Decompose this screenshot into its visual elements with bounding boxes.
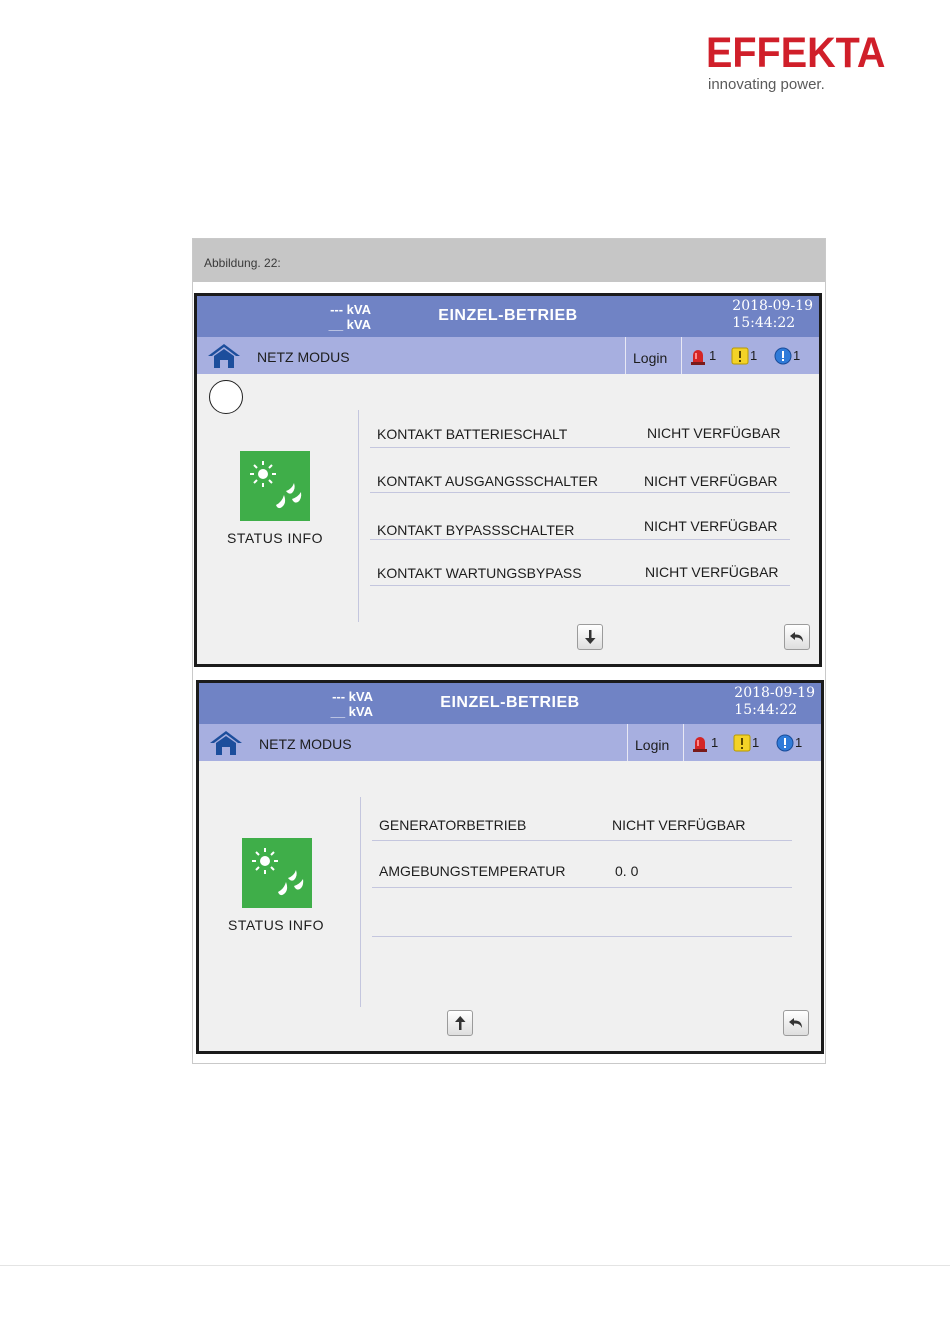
row-divider — [370, 585, 790, 586]
row-divider — [370, 539, 790, 540]
content-area: STATUS INFO GENERATORBETRIEB NICHT VERFÜ… — [199, 761, 821, 1051]
row-value: NICHT VERFÜGBAR — [647, 425, 781, 441]
red-alarm-icon — [693, 737, 707, 752]
row-divider — [372, 936, 792, 937]
warning-count: 1 — [750, 348, 758, 363]
info-count: 1 — [793, 348, 801, 363]
red-alarm-count: 1 — [711, 735, 719, 750]
mode-label: NETZ MODUS — [259, 736, 352, 752]
scroll-up-button[interactable] — [447, 1010, 473, 1036]
divider — [358, 410, 359, 622]
time-text: 15:44:22 — [734, 702, 798, 718]
login-button[interactable]: Login — [635, 737, 669, 753]
row-value: NICHT VERFÜGBAR — [644, 518, 778, 534]
effekta-logo: EFFEKTA innovating power. — [706, 30, 901, 93]
status-bar: NETZ MODUS Login 1 1 1 — [197, 337, 819, 374]
row-divider — [370, 492, 790, 493]
divider — [683, 724, 684, 761]
row-value: NICHT VERFÜGBAR — [644, 473, 778, 489]
datetime: 2018-09-19 15:44:22 — [732, 298, 813, 332]
row-divider — [372, 840, 792, 841]
back-icon — [790, 632, 803, 642]
operation-mode-title: EINZEL-BETRIEB — [438, 307, 578, 324]
content-area: STATUS INFO KONTAKT BATTERIESCHALT NICHT… — [197, 374, 819, 664]
date-text: 2018-09-19 — [734, 685, 815, 701]
red-alarm-indicator[interactable]: 1 — [690, 347, 720, 365]
divider — [625, 337, 626, 374]
status-info-label: STATUS INFO — [227, 530, 323, 546]
warning-icon — [733, 734, 751, 752]
divider — [627, 724, 628, 761]
mode-label: NETZ MODUS — [257, 349, 350, 365]
info-indicator[interactable]: 1 — [776, 734, 806, 752]
row-divider — [372, 887, 792, 888]
warning-indicator[interactable]: 1 — [731, 347, 761, 365]
sun-droplet-icon — [252, 848, 304, 896]
row-label: KONTAKT AUSGANGSSCHALTER — [377, 473, 598, 489]
red-alarm-count: 1 — [709, 348, 717, 363]
info-icon — [774, 347, 792, 365]
operation-mode-title: EINZEL-BETRIEB — [440, 694, 580, 711]
row-value: NICHT VERFÜGBAR — [645, 564, 779, 580]
divider — [360, 797, 361, 1007]
figure-caption: Abbildung. 22: — [204, 256, 281, 270]
row-value: NICHT VERFÜGBAR — [612, 817, 746, 833]
arrow-down-icon — [585, 630, 596, 644]
arrow-up-icon — [455, 1016, 466, 1030]
page-indicator-circle — [209, 380, 243, 414]
info-icon — [776, 734, 794, 752]
login-button[interactable]: Login — [633, 350, 667, 366]
title-bar: --- kVA __ kVA EINZEL-BETRIEB 2018-09-19… — [199, 683, 821, 724]
figure-caption-bar: Abbildung. 22: — [193, 239, 825, 282]
back-button[interactable] — [783, 1010, 809, 1036]
back-button[interactable] — [784, 624, 810, 650]
status-info-tile[interactable] — [240, 451, 310, 521]
info-indicator[interactable]: 1 — [774, 347, 804, 365]
status-info-tile[interactable] — [242, 838, 312, 908]
date-text: 2018-09-19 — [732, 298, 813, 314]
status-info-label: STATUS INFO — [228, 917, 324, 933]
red-alarm-indicator[interactable]: 1 — [692, 734, 722, 752]
ups-screen-1: --- kVA __ kVA EINZEL-BETRIEB 2018-09-19… — [194, 293, 822, 667]
divider — [681, 337, 682, 374]
warning-icon — [731, 347, 749, 365]
datetime: 2018-09-19 15:44:22 — [734, 685, 815, 719]
warning-indicator[interactable]: 1 — [733, 734, 763, 752]
sun-droplet-icon — [250, 461, 302, 509]
back-icon — [789, 1018, 802, 1028]
time-text: 15:44:22 — [732, 315, 796, 331]
title-bar: --- kVA __ kVA EINZEL-BETRIEB 2018-09-19… — [197, 296, 819, 337]
scroll-down-button[interactable] — [577, 624, 603, 650]
row-label: KONTAKT WARTUNGSBYPASS — [377, 565, 582, 581]
row-divider — [370, 447, 790, 448]
ups-screen-2: --- kVA __ kVA EINZEL-BETRIEB 2018-09-19… — [196, 680, 824, 1054]
home-icon[interactable] — [209, 730, 243, 756]
row-value: 0. 0 — [615, 863, 639, 879]
row-label: KONTAKT BYPASSSCHALTER — [377, 522, 575, 538]
warning-count: 1 — [752, 735, 760, 750]
logo-wordmark: EFFEKTA — [706, 29, 886, 77]
logo-tagline: innovating power. — [708, 76, 825, 93]
red-alarm-icon — [691, 350, 705, 365]
footer-divider — [0, 1265, 950, 1266]
row-label: GENERATORBETRIEB — [379, 817, 527, 833]
home-icon[interactable] — [207, 343, 241, 369]
info-count: 1 — [795, 735, 803, 750]
row-label: AMGEBUNGSTEMPERATUR — [379, 863, 566, 879]
row-label: KONTAKT BATTERIESCHALT — [377, 426, 568, 442]
status-bar: NETZ MODUS Login 1 1 1 — [199, 724, 821, 761]
